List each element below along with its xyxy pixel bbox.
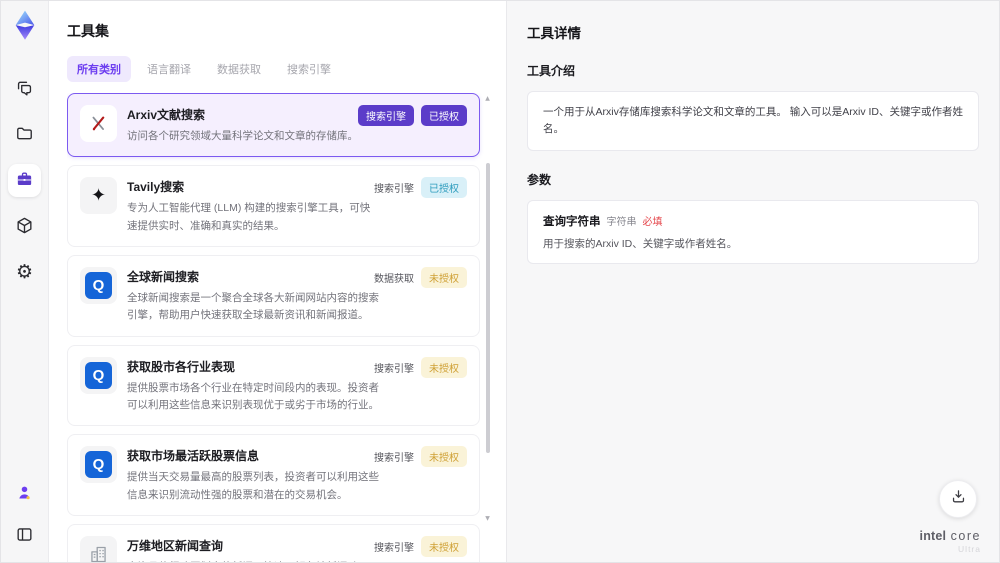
intro-box: 一个用于从Arxiv存储库搜索科学论文和文章的工具。 输入可以是Arxiv ID… (527, 91, 979, 151)
stock-search-icon: Q (80, 446, 117, 484)
sidebar-item-files[interactable] (8, 118, 41, 151)
gear-icon: ⚙ (15, 261, 34, 283)
chat-icon (15, 78, 34, 100)
sidebar-item-collapse[interactable] (8, 519, 41, 552)
status-badge: 已授权 (421, 177, 467, 199)
tool-description: 提供当天交易量最高的股票列表，投资者可以利用这些信息来识别流动性强的股票和潜在的… (127, 471, 379, 501)
sidebar-bottom (8, 477, 41, 552)
param-type: 字符串 (606, 216, 637, 228)
category-badge: 搜索引擎 (374, 184, 414, 196)
tab-data-fetch[interactable]: 数据获取 (207, 56, 271, 82)
app-window: ⚙ 工具集 所有类别 语言翻译 数据获取 搜索引擎 Arxiv文献搜索 访问各个… (0, 0, 1000, 563)
tool-badges: 搜索引擎 未授权 (374, 535, 467, 557)
scroll-down-icon[interactable]: ▼ (483, 515, 492, 522)
tool-list-pane: 工具集 所有类别 语言翻译 数据获取 搜索引擎 Arxiv文献搜索 访问各个研究… (49, 1, 506, 562)
status-badge: 未授权 (421, 446, 467, 468)
download-button[interactable] (939, 480, 977, 518)
status-badge: 已授权 (421, 105, 467, 126)
tab-language-translation[interactable]: 语言翻译 (137, 56, 201, 82)
scroll-up-icon[interactable]: ▲ (483, 95, 492, 102)
tool-card-active-stocks[interactable]: Q 获取市场最活跃股票信息 提供当天交易量最高的股票列表，投资者可以利用这些信息… (67, 434, 480, 516)
folder-icon (15, 124, 34, 146)
category-badge: 数据获取 (374, 273, 414, 285)
sidebar-item-settings[interactable]: ⚙ (8, 256, 41, 289)
tool-description: 专为人工智能代理 (LLM) 构建的搜索引擎工具，可快速提供实时、准确和真实的结… (127, 202, 371, 232)
page-title: 工具集 (67, 23, 109, 39)
sidebar: ⚙ (1, 1, 49, 562)
download-icon (950, 488, 967, 510)
tool-description: 提供股票市场各个行业在特定时间段内的表现。投资者可以利用这些信息来识别表现优于或… (127, 381, 379, 411)
tab-all-categories[interactable]: 所有类别 (67, 56, 131, 82)
sidebar-nav: ⚙ (8, 72, 41, 289)
user-avatar-icon (15, 483, 34, 505)
intro-text: 一个用于从Arxiv存储库搜索科学论文和文章的工具。 输入可以是Arxiv ID… (543, 106, 963, 135)
status-badge: 未授权 (421, 535, 467, 557)
category-badge: 搜索引擎 (374, 542, 414, 554)
news-search-icon: Q (80, 266, 117, 304)
tool-list: Arxiv文献搜索 访问各个研究领域大量科学论文和文章的存储库。 搜索引擎 已授… (67, 93, 492, 562)
tool-card-tavily[interactable]: ✦ Tavily搜索 专为人工智能代理 (LLM) 构建的搜索引擎工具，可快速提… (67, 165, 480, 247)
sidebar-item-chat[interactable] (8, 72, 41, 105)
tool-badges: 数据获取 未授权 (374, 266, 467, 288)
tool-badges: 搜索引擎 未授权 (374, 356, 467, 378)
briefcase-icon (15, 170, 34, 192)
param-description: 用于搜索的Arxiv ID、关键字或作者姓名。 (543, 237, 738, 250)
tool-badges: 搜索引擎 未授权 (374, 446, 467, 468)
category-badge: 搜索引擎 (358, 105, 414, 126)
param-required-badge: 必填 (642, 216, 663, 228)
panel-toggle-icon (15, 525, 34, 547)
tool-card-sector-performance[interactable]: Q 获取股市各行业表现 提供股票市场各个行业在特定时间段内的表现。投资者可以利用… (67, 344, 480, 427)
app-logo (11, 10, 39, 40)
param-box: 查询字符串 字符串 必填 用于搜索的Arxiv ID、关键字或作者姓名。 (527, 199, 979, 264)
tool-card-regional-news[interactable]: 万维地区新闻查询 查询具体行政区划内的新闻，快速了解各地新闻动 搜索引擎 未授权 (67, 523, 480, 562)
tool-description: 全球新闻搜索是一个聚合全球各大新闻网站内容的搜索引擎，帮助用户快速获取全球最新资… (127, 291, 379, 322)
sidebar-item-plugins[interactable] (8, 210, 41, 243)
tool-badges: 搜索引擎 已授权 (374, 177, 467, 199)
intel-core-logo: intel core Ultra (919, 529, 981, 554)
sidebar-item-account[interactable] (8, 477, 41, 510)
tab-search-engine[interactable]: 搜索引擎 (277, 56, 341, 82)
tool-badges: 搜索引擎 已授权 (358, 105, 467, 126)
cube-icon (15, 216, 34, 238)
param-name: 查询字符串 (543, 215, 601, 228)
category-tabs: 所有类别 语言翻译 数据获取 搜索引擎 (67, 56, 492, 82)
sidebar-item-toolset[interactable] (8, 164, 41, 197)
list-scrollbar: ▲ ▼ (483, 95, 492, 562)
tool-detail-pane: 工具详情 工具介绍 一个用于从Arxiv存储库搜索科学论文和文章的工具。 输入可… (506, 1, 999, 562)
status-badge: 未授权 (421, 356, 467, 378)
tool-card-arxiv[interactable]: Arxiv文献搜索 访问各个研究领域大量科学论文和文章的存储库。 搜索引擎 已授… (67, 93, 480, 158)
category-badge: 搜索引擎 (374, 453, 414, 465)
building-icon (80, 535, 117, 562)
tool-description: 查询具体行政区划内的新闻，快速了解各地新闻动 (127, 559, 379, 562)
params-heading: 参数 (527, 172, 552, 187)
scrollbar-thumb[interactable] (486, 163, 490, 453)
status-badge: 未授权 (421, 266, 467, 288)
tool-card-global-news[interactable]: Q 全球新闻搜索 全球新闻搜索是一个聚合全球各大新闻网站内容的搜索引擎，帮助用户… (67, 254, 480, 337)
tavily-star-icon: ✦ (80, 177, 117, 215)
tool-description: 访问各个研究领域大量科学论文和文章的存储库。 (127, 130, 358, 142)
intro-heading: 工具介绍 (527, 64, 576, 78)
category-badge: 搜索引擎 (374, 363, 414, 375)
detail-title: 工具详情 (527, 26, 581, 41)
stock-search-icon: Q (80, 356, 117, 394)
arxiv-icon (80, 105, 117, 142)
